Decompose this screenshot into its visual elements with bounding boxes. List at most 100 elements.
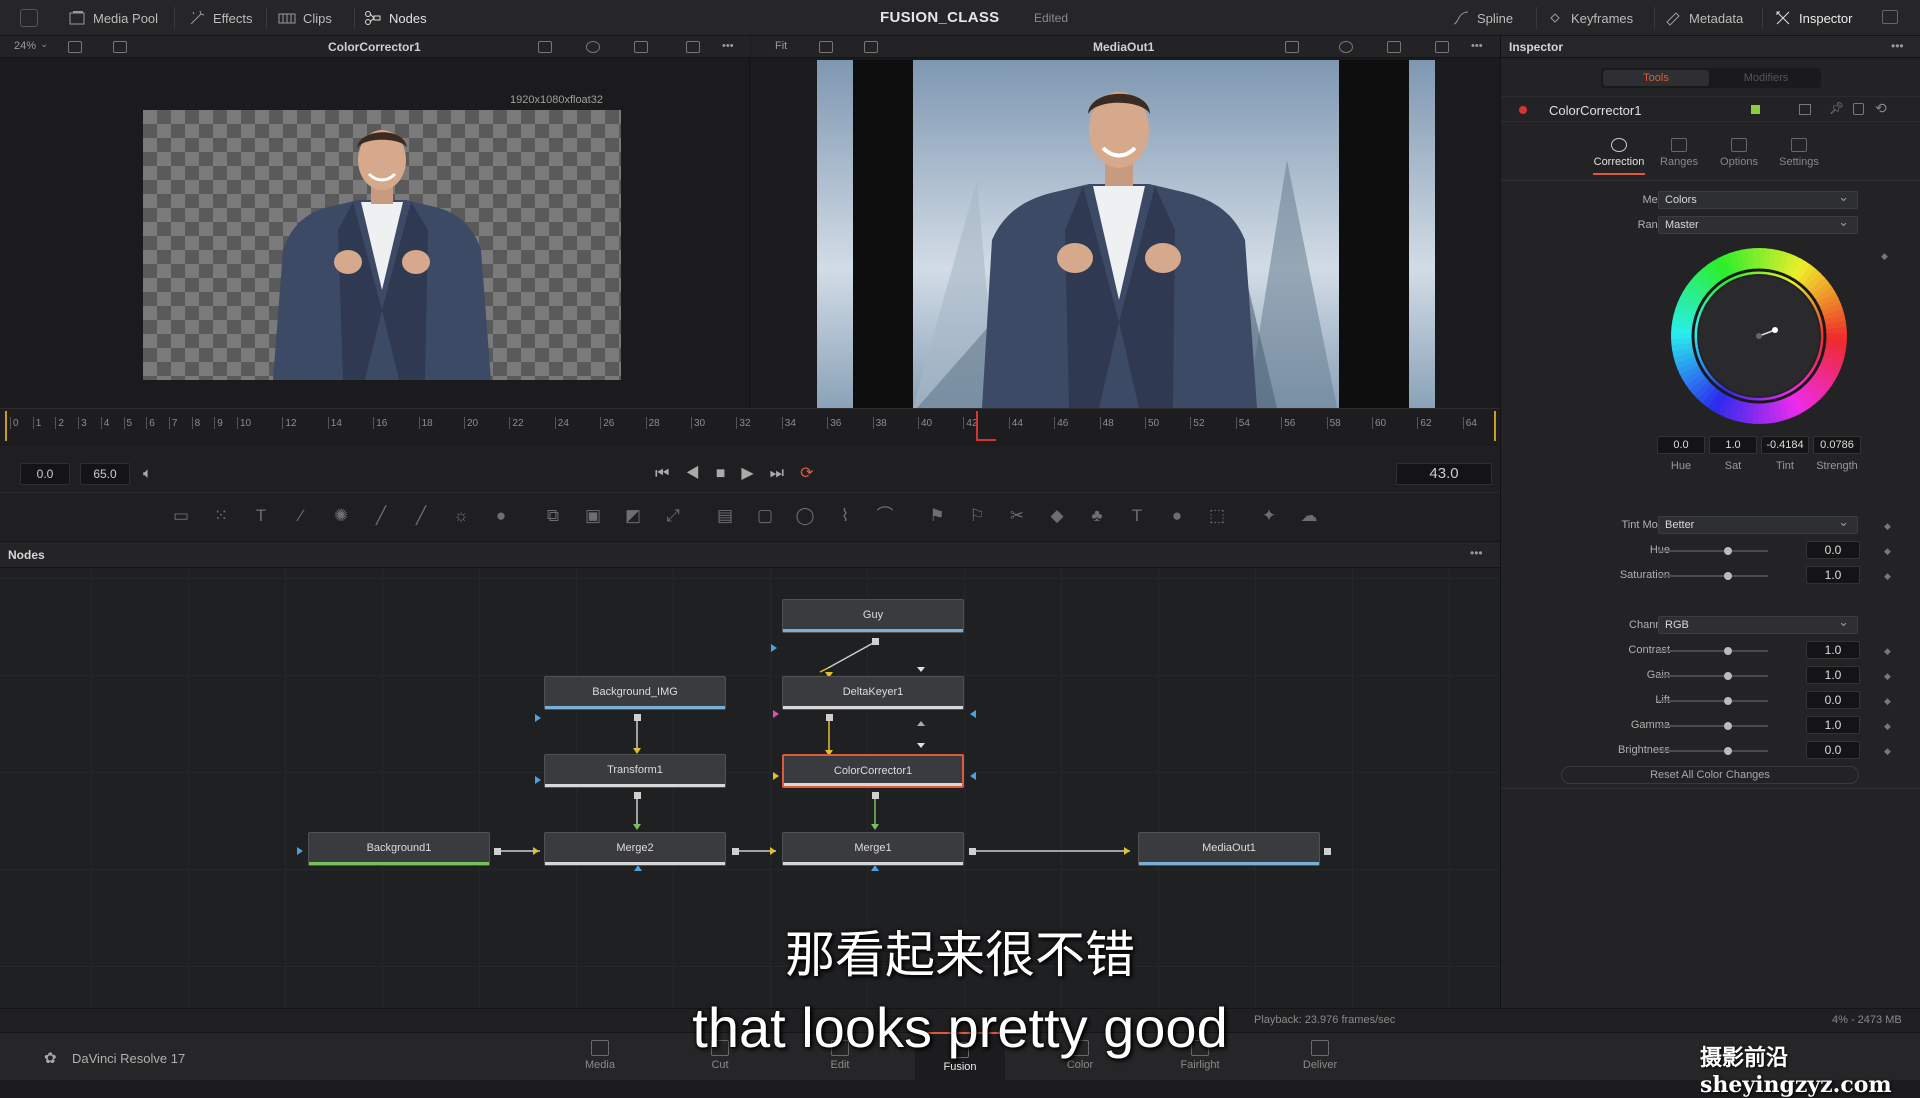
ellipse-mask-icon[interactable]: ◯: [794, 505, 816, 527]
hue-keyframe-icon[interactable]: ◆: [1884, 546, 1891, 557]
layout-icon[interactable]: [819, 41, 833, 53]
right-viewer-more-icon[interactable]: •••: [1471, 40, 1483, 52]
3d-shape-icon[interactable]: ◆: [1046, 505, 1068, 527]
renderer-icon[interactable]: ☁: [1298, 505, 1320, 527]
pin-icon[interactable]: 📌︎: [1829, 101, 1844, 115]
merge-icon[interactable]: ▣: [582, 505, 604, 527]
node-guy[interactable]: Guy: [782, 599, 964, 633]
node-background[interactable]: Background1: [308, 832, 490, 866]
tool-color-dot[interactable]: [1519, 106, 1527, 114]
display-icon[interactable]: [864, 41, 878, 53]
subtab-options[interactable]: Options: [1709, 132, 1769, 178]
tracker-icon[interactable]: ⚑: [926, 505, 948, 527]
brightness-icon[interactable]: ☼: [450, 505, 472, 527]
pen-icon[interactable]: ╱: [370, 505, 392, 527]
left-viewer[interactable]: 1920x1080xfloat32: [0, 58, 750, 408]
subtab-correction[interactable]: Correction: [1589, 132, 1649, 178]
go-to-end-icon[interactable]: ⏭︎: [770, 465, 800, 482]
tab-tools[interactable]: Tools: [1603, 70, 1709, 86]
go-to-start-icon[interactable]: ⏮︎: [655, 465, 685, 482]
contrast-slider-handle[interactable]: [1724, 647, 1732, 655]
wheel-hue-field[interactable]: 0.0: [1657, 436, 1705, 454]
paint-icon[interactable]: ⁄: [290, 505, 312, 527]
gamma-keyframe-icon[interactable]: ◆: [1884, 721, 1891, 732]
node-background-img[interactable]: Background_IMG: [544, 676, 726, 710]
gamma-slider-handle[interactable]: [1724, 722, 1732, 730]
gamma-slider[interactable]: [1658, 722, 1768, 730]
hue-field[interactable]: 0.0: [1806, 541, 1860, 559]
node-transform[interactable]: Transform1: [544, 754, 726, 788]
brightness-field[interactable]: 0.0: [1806, 741, 1860, 759]
merge-alt-icon[interactable]: ▤: [714, 505, 736, 527]
audio-icon[interactable]: 🔈︎: [143, 465, 152, 482]
wheel-strength-field[interactable]: 0.0786: [1813, 436, 1861, 454]
saturation-slider-handle[interactable]: [1724, 572, 1732, 580]
lift-field[interactable]: 0.0: [1806, 691, 1860, 709]
reset-color-changes-button[interactable]: Reset All Color Changes: [1561, 766, 1859, 784]
node-mediaout[interactable]: MediaOut1: [1138, 832, 1320, 866]
planar-icon[interactable]: ⚐: [966, 505, 988, 527]
3d-merge-icon[interactable]: ♣: [1086, 505, 1108, 527]
playhead[interactable]: [976, 411, 978, 441]
node-merge1[interactable]: Merge1: [782, 832, 964, 866]
node-deltakeyer[interactable]: DeltaKeyer1: [782, 676, 964, 710]
grid-icon[interactable]: [634, 41, 648, 53]
saturation-field[interactable]: 1.0: [1806, 566, 1860, 584]
lift-keyframe-icon[interactable]: ◆: [1884, 696, 1891, 707]
layout-icon[interactable]: [68, 41, 82, 53]
contrast-slider[interactable]: [1658, 647, 1768, 655]
left-viewer-more-icon[interactable]: •••: [722, 40, 734, 52]
time-ruler[interactable]: 0 1 2 3 4 5 6 7 8 9 10 12 14 16 18 20 22 24 26 28 30 32 34 36 38…: [0, 408, 1500, 444]
brightness-slider[interactable]: [1658, 747, 1768, 755]
lift-slider-handle[interactable]: [1724, 697, 1732, 705]
tint-mode-dropdown[interactable]: Better: [1658, 514, 1858, 534]
contrast-field[interactable]: 1.0: [1806, 641, 1860, 659]
grid-icon[interactable]: [1387, 41, 1401, 53]
lock-icon[interactable]: [1853, 103, 1864, 115]
tab-modifiers[interactable]: Modifiers: [1713, 70, 1819, 86]
current-time-field[interactable]: 43.0: [1396, 463, 1492, 485]
media-pool-button[interactable]: Media Pool: [68, 0, 158, 36]
gain-keyframe-icon[interactable]: ◆: [1884, 671, 1891, 682]
roi-icon[interactable]: [538, 41, 552, 53]
camera-icon[interactable]: ●: [1166, 505, 1188, 527]
effects-button[interactable]: Effects: [188, 0, 253, 36]
image-tool-icon[interactable]: ▭: [170, 505, 192, 527]
particles-icon[interactable]: ⁙: [210, 505, 232, 527]
menu-dropdown[interactable]: Colors: [1658, 189, 1858, 209]
global-end-field[interactable]: 65.0: [80, 463, 130, 485]
nodes-button[interactable]: Nodes: [364, 0, 427, 36]
3d-text-icon[interactable]: T: [1126, 505, 1148, 527]
play-icon[interactable]: ▶︎: [741, 465, 769, 482]
gain-field[interactable]: 1.0: [1806, 666, 1860, 684]
node-merge2[interactable]: Merge2: [544, 832, 726, 866]
blur-icon[interactable]: ✺: [330, 505, 352, 527]
inspector-button[interactable]: Inspector: [1774, 0, 1852, 36]
nodes-more-icon[interactable]: •••: [1470, 546, 1483, 560]
cube-icon[interactable]: ⬚: [1206, 505, 1228, 527]
color-channel-icon[interactable]: [586, 41, 600, 53]
color-wheel[interactable]: [1669, 246, 1849, 426]
reset-tool-icon[interactable]: ⟲: [1875, 100, 1887, 117]
right-viewer-zoom[interactable]: Fit: [775, 40, 787, 52]
metadata-button[interactable]: Metadata: [1664, 0, 1743, 36]
step-back-icon[interactable]: ◀︎: [685, 465, 715, 482]
fullscreen-icon[interactable]: [1882, 10, 1898, 24]
wheel-tint-field[interactable]: -0.4184: [1761, 436, 1809, 454]
lift-slider[interactable]: [1658, 697, 1768, 705]
brightness-slider-handle[interactable]: [1724, 747, 1732, 755]
subtab-settings[interactable]: Settings: [1769, 132, 1829, 178]
stop-icon[interactable]: ■: [716, 465, 742, 482]
version-icon[interactable]: [1799, 104, 1811, 115]
channel-dropdown[interactable]: RGB: [1658, 614, 1858, 634]
color-channel-icon[interactable]: [1339, 41, 1353, 53]
contrast-keyframe-icon[interactable]: ◆: [1884, 646, 1891, 657]
rectangle-mask-icon[interactable]: ▢: [754, 505, 776, 527]
resize-icon[interactable]: ⤢: [662, 505, 684, 527]
range-dropdown[interactable]: Master: [1658, 214, 1858, 234]
gain-slider[interactable]: [1658, 672, 1768, 680]
display-icon[interactable]: [113, 41, 127, 53]
light-icon[interactable]: ✦: [1258, 505, 1280, 527]
tool-version-swatch[interactable]: [1751, 105, 1760, 114]
right-viewer[interactable]: [751, 58, 1500, 408]
